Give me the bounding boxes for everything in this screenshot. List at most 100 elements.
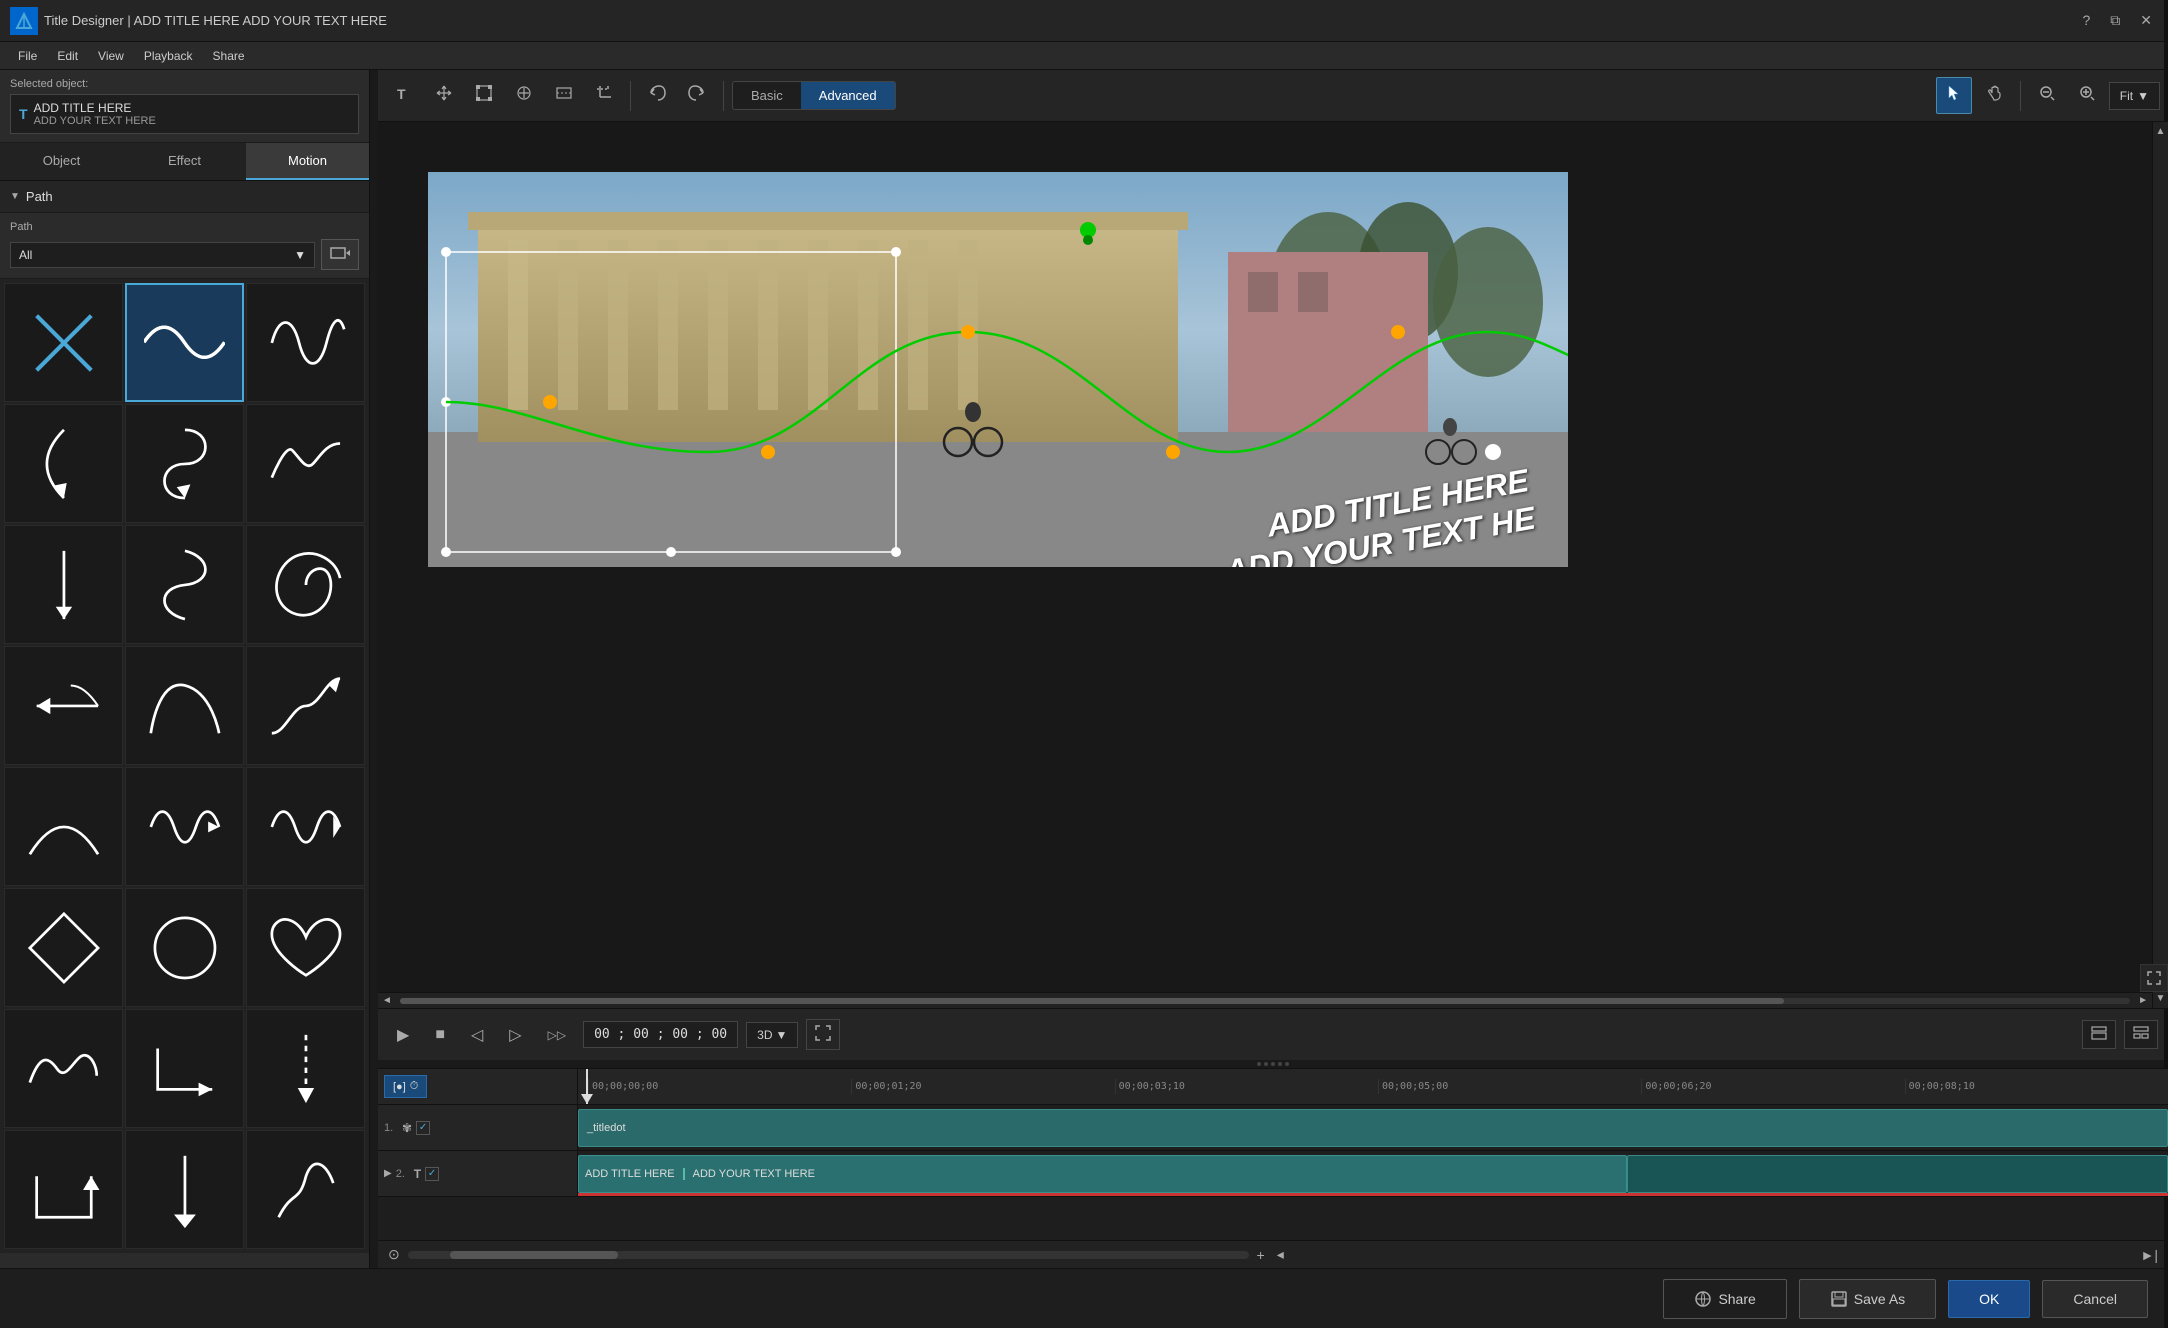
path-item-none[interactable] — [4, 283, 123, 402]
path-item-wave[interactable] — [125, 283, 244, 402]
expand-button[interactable] — [2140, 964, 2168, 992]
zoom-out-button[interactable] — [2029, 77, 2065, 114]
path-item-vertical[interactable] — [4, 525, 123, 644]
path-item-s-path[interactable] — [125, 525, 244, 644]
track-2-expand-icon[interactable]: ▶ — [384, 1168, 392, 1179]
path-item-arch-down[interactable] — [125, 1009, 244, 1128]
menu-playback[interactable]: Playback — [134, 45, 203, 67]
track-2-clip-b[interactable] — [1627, 1155, 2168, 1193]
crop-tool-button[interactable] — [586, 77, 622, 114]
path-item-m-wave[interactable] — [246, 404, 365, 523]
menu-view[interactable]: View — [88, 45, 134, 67]
cancel-button[interactable]: Cancel — [2042, 1280, 2148, 1318]
transform-tool-button[interactable] — [466, 77, 502, 114]
undo-button[interactable] — [639, 77, 675, 114]
path-item-circle[interactable] — [125, 888, 244, 1007]
vscroll-up-icon[interactable]: ▲ — [2152, 122, 2168, 141]
fullscreen-button[interactable] — [806, 1019, 840, 1050]
resize-dots — [1257, 1062, 1289, 1066]
path-reset-button[interactable] — [321, 239, 359, 270]
help-button[interactable]: ? — [2076, 10, 2096, 31]
path-item-arrow-down[interactable] — [125, 1130, 244, 1249]
track-1-checkbox[interactable] — [416, 1121, 430, 1135]
restore-button[interactable]: ⧉ — [2104, 10, 2126, 31]
tab-object[interactable]: Object — [0, 143, 123, 180]
move-tool-button[interactable] — [426, 77, 462, 114]
path-item-curve-up[interactable] — [4, 767, 123, 886]
anchor-tool-button[interactable] — [506, 77, 542, 114]
path-item-arc-left[interactable] — [4, 404, 123, 523]
pointer-tool-button[interactable] — [1936, 77, 1972, 114]
tl-end-btn[interactable]: ►| — [2137, 1245, 2163, 1265]
tl-add-btn[interactable]: + — [1253, 1245, 1269, 1265]
stop-button[interactable]: ■ — [426, 1019, 454, 1051]
path-item-diamond[interactable] — [4, 888, 123, 1007]
tab-effect[interactable]: Effect — [123, 143, 246, 180]
play-button[interactable]: ▶ — [388, 1018, 418, 1052]
object-name: ADD TITLE HERE — [34, 101, 156, 115]
path-section-header[interactable]: ▼ Path — [0, 181, 369, 213]
path-item-curve2[interactable] — [125, 646, 244, 765]
3d-mode-button[interactable]: 3D ▼ — [746, 1022, 798, 1048]
timeline-icon-1-button[interactable] — [2082, 1020, 2116, 1049]
path-item-wave2[interactable] — [125, 767, 244, 886]
zoom-in-button[interactable] — [2069, 77, 2105, 114]
path-item-unknown[interactable] — [246, 1130, 365, 1249]
object-type-icon: T — [19, 106, 28, 122]
resize-handle-h[interactable] — [378, 1060, 2168, 1068]
redo-button[interactable] — [679, 77, 715, 114]
path-item-heart[interactable] — [246, 888, 365, 1007]
timeline-icon-2-button[interactable] — [2124, 1020, 2158, 1049]
ok-label: OK — [1979, 1291, 1999, 1307]
basic-mode-button[interactable]: Basic — [733, 82, 801, 109]
preview-scene[interactable]: ADD TITLE HERE ADD YOUR TEXT HE — [428, 172, 1568, 567]
fwd-frame-button[interactable]: ▷ — [500, 1018, 530, 1052]
path-item-s-curve[interactable] — [125, 404, 244, 523]
close-button[interactable]: ✕ — [2134, 10, 2158, 31]
menu-edit[interactable]: Edit — [47, 45, 88, 67]
share-button[interactable]: Share — [1663, 1279, 1786, 1319]
track-1-clip[interactable]: _titledot — [578, 1109, 2168, 1147]
resize-handle-left[interactable] — [370, 70, 378, 1268]
path-item-arrow-left[interactable] — [4, 646, 123, 765]
fwd-fast-button[interactable]: ▷▷ — [539, 1021, 575, 1049]
advanced-mode-button[interactable]: Advanced — [801, 82, 895, 109]
track-1-label: 1. ✾ — [378, 1105, 578, 1150]
path-item-square[interactable] — [4, 1130, 123, 1249]
resize-dot-5 — [1285, 1062, 1289, 1066]
path-item-dots[interactable] — [246, 1009, 365, 1128]
menu-share[interactable]: Share — [203, 45, 255, 67]
timeline-scroll-thumb[interactable] — [450, 1251, 618, 1259]
timeline-scrollbar[interactable] — [408, 1251, 1249, 1259]
track-2-clip-a-label: ADD TITLE HERE — [585, 1168, 675, 1180]
tl-circle-btn[interactable]: ⊙ — [384, 1244, 404, 1265]
mode-group: Basic Advanced — [732, 81, 896, 110]
path-item-wave4[interactable] — [4, 1009, 123, 1128]
track-2-label: ▶ 2. T — [378, 1151, 578, 1196]
menu-file[interactable]: File — [8, 45, 47, 67]
aspect-tool-button[interactable] — [546, 77, 582, 114]
back-frame-button[interactable]: ◁ — [462, 1018, 492, 1052]
ok-button[interactable]: OK — [1948, 1280, 2030, 1318]
save-as-button[interactable]: Save As — [1799, 1279, 1936, 1319]
hand-tool-button[interactable] — [1976, 77, 2012, 114]
path-item-spiral[interactable] — [246, 525, 365, 644]
hscroll-right-icon[interactable]: ► — [2134, 991, 2152, 1008]
text-tool-button[interactable]: T — [386, 77, 422, 114]
track-2-clip-a[interactable]: ADD TITLE HERE ADD YOUR TEXT HERE — [578, 1155, 1627, 1193]
path-item-z-path[interactable] — [246, 646, 365, 765]
canvas-vscrollbar[interactable]: ▲ ▼ — [2152, 122, 2168, 1008]
tl-chevron-btn[interactable]: ◂ — [1273, 1244, 1288, 1265]
fit-dropdown[interactable]: Fit ▼ — [2109, 82, 2160, 110]
path-item-squiggle[interactable] — [246, 283, 365, 402]
timeline-toggle-button[interactable]: [●] ⏱ — [384, 1075, 427, 1098]
ruler-mark-3: 00;00;05;00 — [1378, 1079, 1641, 1094]
menu-bar: File Edit View Playback Share — [0, 42, 2168, 70]
timeline-label-col: [●] ⏱ — [378, 1069, 578, 1104]
path-dropdown[interactable]: All ▼ — [10, 242, 315, 268]
hscroll-left-icon[interactable]: ◄ — [378, 991, 396, 1008]
track-2-checkbox[interactable] — [425, 1167, 439, 1181]
path-item-wave3[interactable] — [246, 767, 365, 886]
tab-motion[interactable]: Motion — [246, 143, 369, 180]
canvas-hscrollbar[interactable]: ◄ ► — [378, 992, 2152, 1008]
